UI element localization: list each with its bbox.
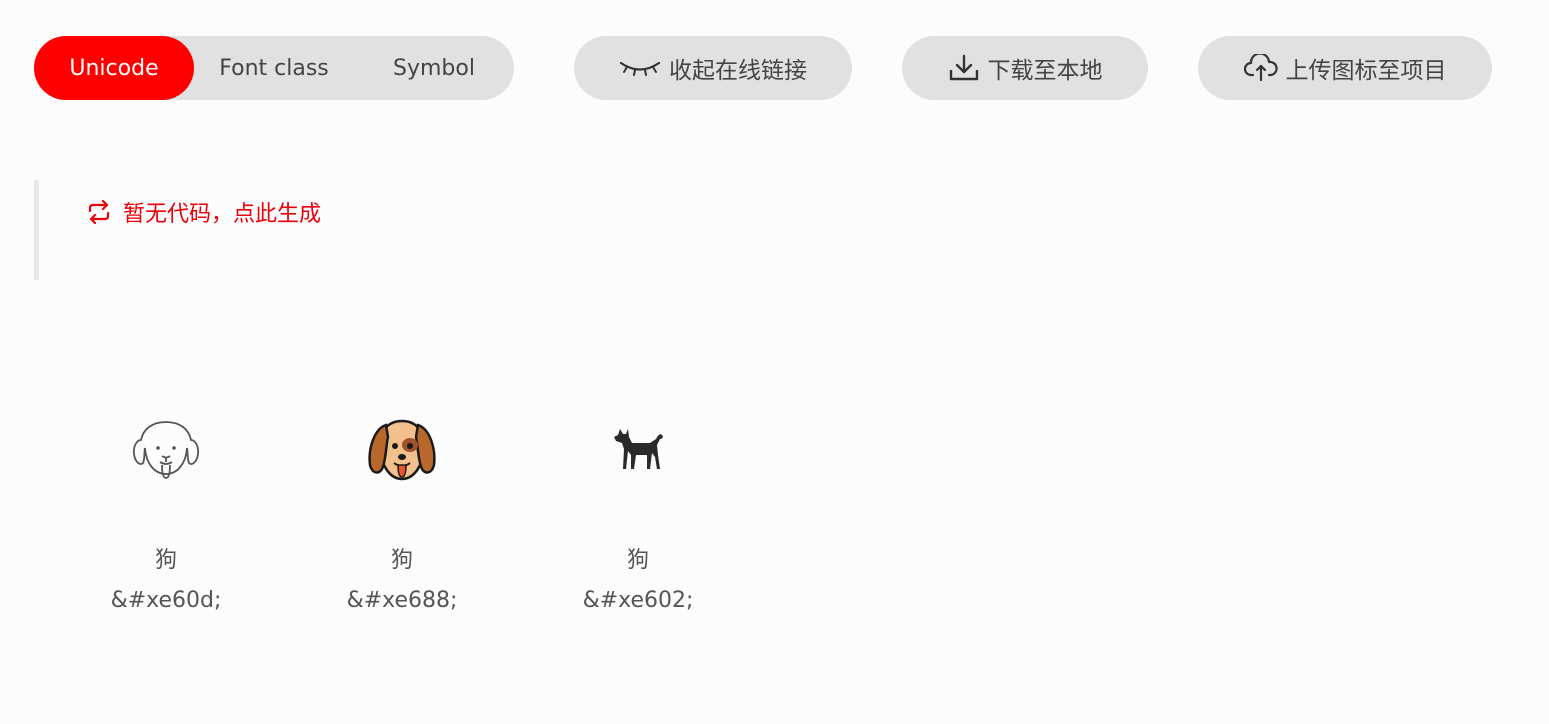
- code-type-tabs: Unicode Font class Symbol: [34, 36, 514, 100]
- tab-symbol[interactable]: Symbol: [354, 36, 514, 100]
- download-local-label: 下载至本地: [987, 58, 1103, 84]
- tab-unicode[interactable]: Unicode: [34, 36, 194, 100]
- icon-unicode: &#xe60d;: [110, 588, 222, 613]
- icon-card[interactable]: 狗 &#xe688;: [292, 410, 512, 630]
- collapse-online-link-label: 收起在线链接: [669, 58, 807, 84]
- icon-unicode: &#xe602;: [582, 588, 694, 613]
- upload-to-project-button[interactable]: 上传图标至项目: [1198, 36, 1492, 100]
- icon-unicode: &#xe688;: [346, 588, 458, 613]
- download-icon: [948, 53, 980, 83]
- closed-eye-icon: [619, 58, 661, 78]
- generate-code-label: 暂无代码，点此生成: [123, 202, 322, 227]
- icon-card[interactable]: 狗 &#xe602;: [528, 410, 748, 630]
- dog-silhouette-icon: [528, 410, 748, 490]
- icon-name: 狗: [390, 548, 413, 573]
- dog-face-color-icon: [292, 410, 512, 490]
- cloud-upload-icon: [1243, 54, 1278, 82]
- tab-font-class[interactable]: Font class: [194, 36, 354, 100]
- download-local-button[interactable]: 下载至本地: [902, 36, 1148, 100]
- upload-to-project-label: 上传图标至项目: [1285, 58, 1447, 84]
- generate-code-link[interactable]: 暂无代码，点此生成: [85, 196, 321, 228]
- dog-outline-icon: [56, 410, 276, 490]
- icon-name: 狗: [626, 548, 649, 573]
- refresh-icon: [85, 200, 113, 224]
- icon-name: 狗: [154, 548, 177, 573]
- collapse-online-link-button[interactable]: 收起在线链接: [574, 36, 852, 100]
- icon-card[interactable]: 狗 &#xe60d;: [56, 410, 276, 630]
- iconfont-page: Unicode Font class Symbol 收起在线链接 下载至本地 上…: [0, 0, 1549, 724]
- code-block: 暂无代码，点此生成: [34, 180, 1519, 280]
